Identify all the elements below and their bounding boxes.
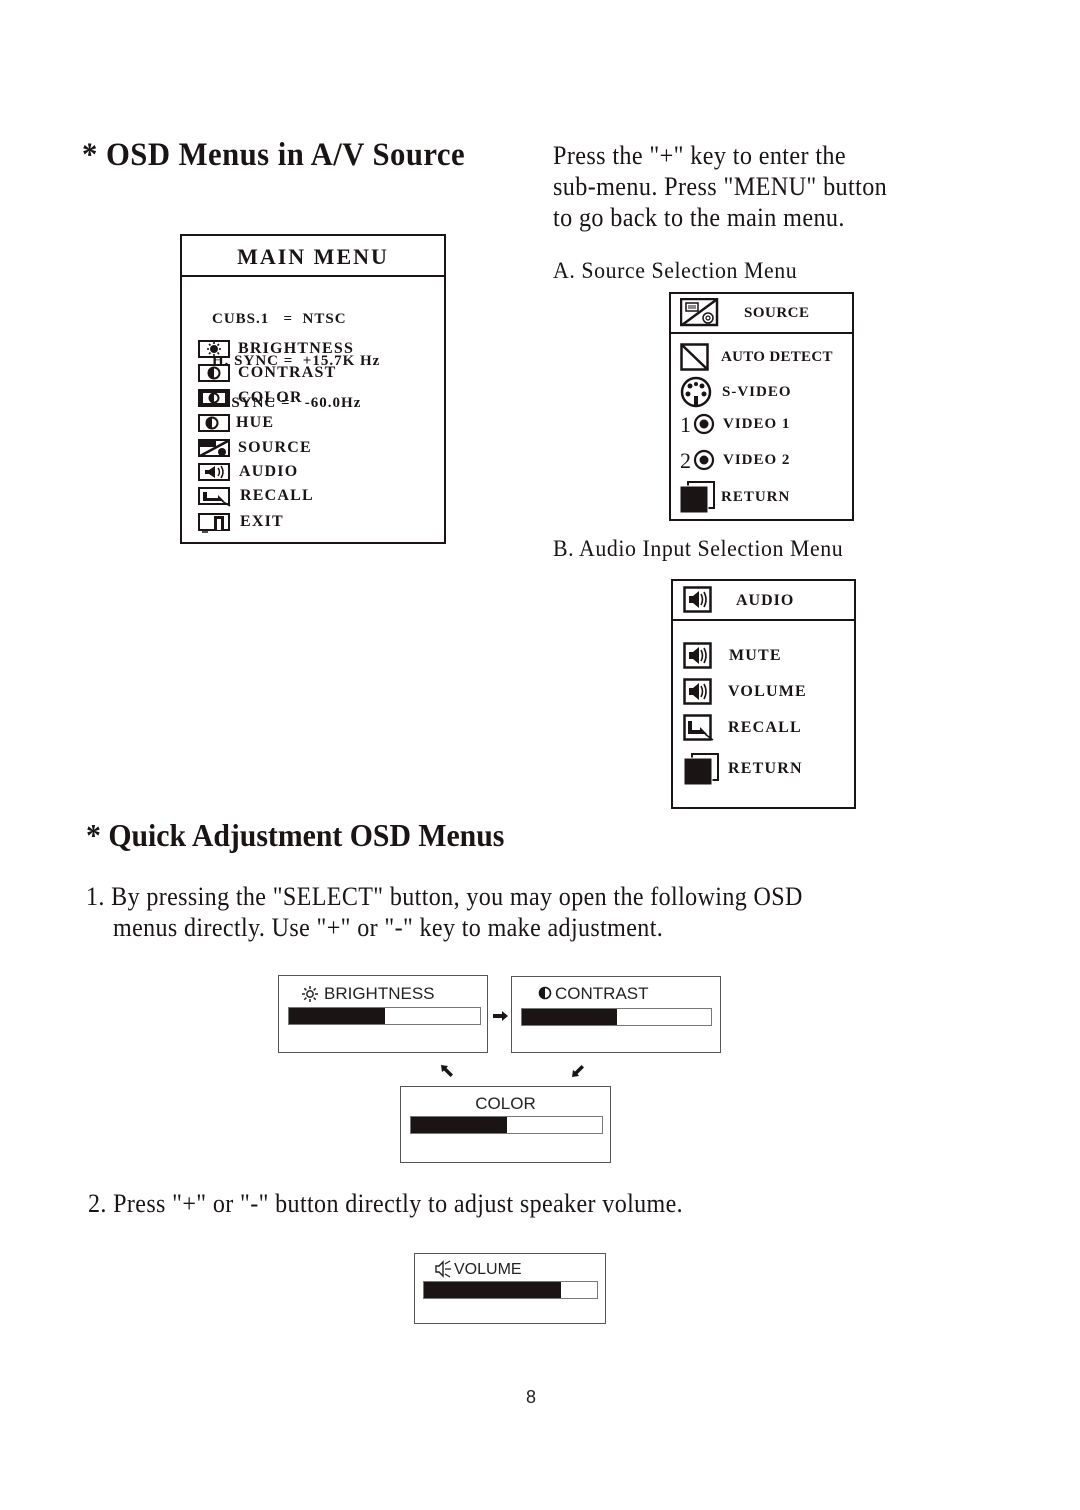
auto-detect-icon [680, 343, 709, 371]
brightness-icon [198, 340, 230, 358]
svg-text:1: 1 [680, 412, 691, 436]
brightness-level-bar[interactable] [288, 1007, 481, 1025]
quick-volume-label: VOLUME [454, 1261, 522, 1278]
intro-line: to go back to the main menu. [553, 203, 845, 232]
step-1-line: 1. By pressing the "SELECT" button, you … [86, 882, 803, 911]
color-level-fill [411, 1117, 507, 1133]
svg-text:2: 2 [680, 448, 691, 472]
arrow-up-left-icon [441, 1065, 453, 1077]
brightness-level-fill [289, 1008, 385, 1024]
source-icon [198, 439, 230, 457]
intro-line: Press the "+" key to enter the [553, 141, 846, 170]
speaker-icon [435, 1260, 451, 1278]
speaker-icon [198, 463, 230, 481]
source-menu-caption-text: A. Source Selection Menu [553, 258, 798, 283]
source-item-label: S-VIDEO [722, 384, 792, 400]
main-menu-item-label: AUDIO [239, 463, 299, 480]
arrow-down-left-icon [572, 1065, 584, 1077]
video-1-connector-icon: 1 [680, 412, 715, 436]
quick-color-label: COLOR [475, 1094, 536, 1113]
recall-icon [198, 487, 231, 507]
exit-icon [198, 513, 230, 533]
main-menu-osd: MAIN MENU CUBS.1 = NTSC H. SYNC = +15.7K… [180, 234, 446, 544]
s-video-connector-icon [680, 376, 712, 408]
page-number: 8 [525, 1387, 536, 1407]
source-icon [680, 298, 719, 327]
volume-level-fill [424, 1282, 561, 1298]
quick-contrast-label: CONTRAST [555, 984, 649, 1003]
audio-menu-caption-text: B. Audio Input Selection Menu [553, 536, 844, 561]
audio-menu-osd: AUDIO MUTE VOLUME RECALL RETURN [671, 579, 856, 809]
main-menu-header: MAIN MENU [182, 236, 444, 277]
section-title-quick-adjustment: * Quick Adjustment OSD Menus [86, 817, 536, 854]
signal-info-line: CUBS.1 = NTSC [212, 311, 347, 327]
quick-brightness-label: BRIGHTNESS [324, 984, 435, 1003]
recall-icon [683, 714, 714, 741]
audio-item-label: MUTE [729, 647, 782, 664]
color-level-bar[interactable] [410, 1116, 603, 1134]
main-menu-item-label: COLOR [238, 389, 303, 406]
source-menu-caption: A. Source Selection Menu [553, 258, 810, 284]
arrow-right-icon [493, 1011, 508, 1021]
source-menu-osd: SOURCE AUTO DETECT S-VIDEO 1 VIDEO 1 2 V… [669, 292, 854, 521]
return-icon [679, 481, 715, 514]
audio-item-label: RETURN [728, 760, 803, 777]
step-2-line: 2. Press "+" or "-" button directly to a… [88, 1189, 684, 1218]
intro-paragraph: Press the "+" key to enter the sub-menu.… [553, 140, 912, 233]
audio-item-label: RECALL [728, 719, 802, 736]
main-menu-item-label: EXIT [240, 513, 284, 530]
audio-menu-caption: B. Audio Input Selection Menu [553, 536, 859, 562]
main-menu-title: MAIN MENU [237, 244, 389, 269]
source-menu-title: SOURCE [744, 305, 810, 321]
quick-volume-osd: VOLUME [414, 1253, 606, 1324]
source-item-label: VIDEO 2 [723, 452, 791, 468]
speaker-icon [683, 586, 712, 613]
intro-line: sub-menu. Press "MENU" button [553, 172, 888, 201]
section-title-text: * OSD Menus in A/V Source [82, 137, 466, 173]
section-title-text: * Quick Adjustment OSD Menus [86, 817, 505, 853]
quick-brightness-osd: BRIGHTNESS [278, 975, 488, 1053]
contrast-level-bar[interactable] [521, 1008, 712, 1026]
step-1-paragraph: 1. By pressing the "SELECT" button, you … [86, 881, 861, 943]
source-menu-header: SOURCE [671, 294, 852, 334]
half-circle-icon [538, 986, 552, 1000]
volume-level-bar[interactable] [423, 1281, 598, 1299]
speaker-icon [683, 642, 712, 669]
audio-item-label: VOLUME [728, 683, 807, 700]
audio-menu-title: AUDIO [736, 592, 795, 609]
audio-menu-header: AUDIO [673, 581, 854, 621]
main-menu-item-label: CONTRAST [238, 364, 337, 381]
contrast-icon [198, 364, 230, 382]
sun-icon [302, 986, 318, 1002]
source-item-label: AUTO DETECT [721, 349, 833, 365]
contrast-level-fill [522, 1009, 617, 1025]
main-menu-item-label: RECALL [240, 487, 314, 504]
quick-color-osd: COLOR [400, 1086, 611, 1163]
step-1-line: menus directly. Use "+" or "-" key to ma… [113, 913, 664, 942]
speaker-icon [683, 678, 712, 705]
quick-contrast-osd: CONTRAST [511, 976, 721, 1053]
video-2-connector-icon: 2 [680, 448, 715, 472]
source-item-label: RETURN [721, 489, 791, 505]
step-2-paragraph: 2. Press "+" or "-" button directly to a… [88, 1188, 731, 1219]
return-icon [683, 753, 719, 786]
main-menu-item-label: SOURCE [238, 439, 312, 456]
section-title-osd-av-source: * OSD Menus in A/V Source [82, 137, 494, 174]
hue-icon [198, 414, 230, 432]
color-icon [198, 389, 230, 407]
main-menu-item-label: BRIGHTNESS [238, 340, 355, 357]
source-item-label: VIDEO 1 [723, 416, 791, 432]
main-menu-item-label: HUE [236, 414, 275, 431]
